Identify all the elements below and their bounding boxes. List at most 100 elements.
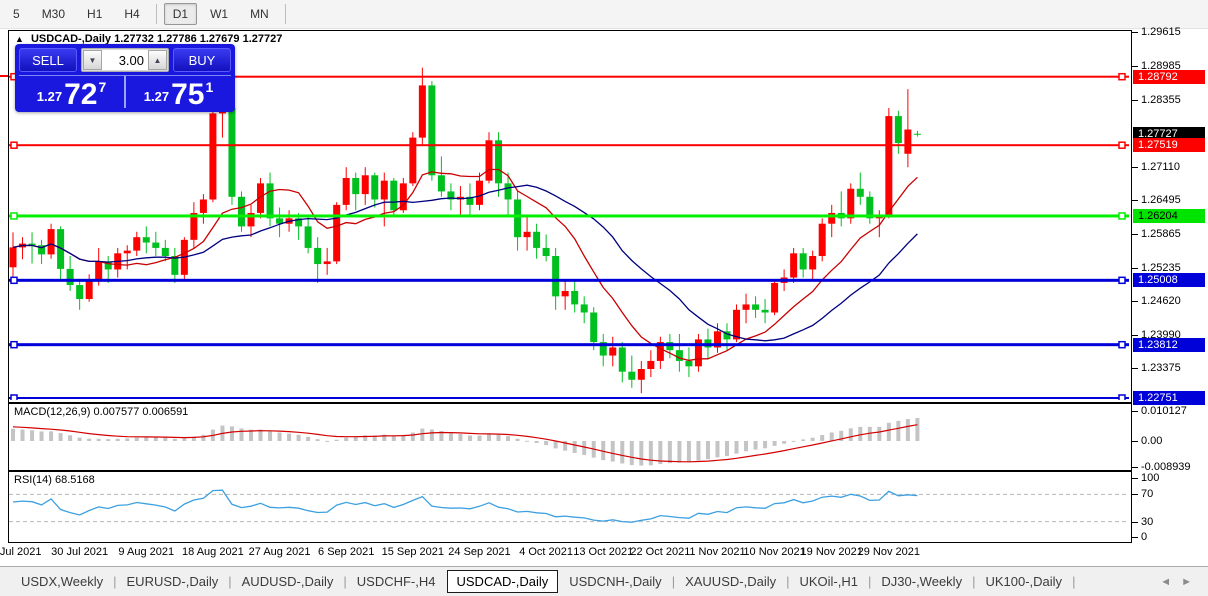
sell-price-prefix: 1.27 [36, 89, 63, 104]
volume-decrease-button[interactable]: ▼ [83, 50, 102, 70]
rsi-axis-tick-label: 70 [1141, 488, 1154, 501]
rsi-axis-tick-mark [1132, 521, 1138, 523]
buy-price-display[interactable]: 1.27 75 1 [124, 75, 231, 111]
price-axis-tick-label: 1.23375 [1141, 362, 1181, 375]
tab-separator: | [786, 574, 790, 589]
tab-separator: | [343, 574, 347, 589]
tab-separator: | [1072, 574, 1076, 589]
time-axis-label: 9 Aug 2021 [118, 546, 175, 558]
sell-price-pips: 72 [64, 78, 98, 111]
toolbar-separator [284, 4, 286, 24]
price-axis-tick-mark [1132, 234, 1138, 236]
price-axis-tick-mark [1132, 268, 1138, 270]
rsi-axis-tick-mark [1132, 494, 1138, 496]
price-axis-tick-label: 1.28355 [1141, 94, 1181, 107]
macd-label: MACD(12,26,9) 0.007577 0.006591 [14, 406, 189, 418]
collapse-arrow-icon[interactable]: ▲ [15, 34, 24, 44]
one-click-trade-widget: SELL ▼ 3.00 ▲ BUY 1.27 72 7 1.27 75 1 [15, 44, 235, 112]
buy-button[interactable]: BUY [173, 48, 231, 72]
trading-terminal-window: 5 M30 H1 H4 D1 W1 MN ▲ USDCAD-,Daily 1.27732 1… [0, 0, 1208, 596]
time-axis-label: 24 Sep 2021 [448, 546, 511, 558]
price-axis-tick-label: 1.26495 [1141, 194, 1181, 207]
rsi-panel[interactable]: RSI(14) 68.5168 [8, 471, 1132, 543]
time-axis-label: 15 Sep 2021 [381, 546, 445, 558]
main-price-chart[interactable]: ▲ USDCAD-,Daily 1.27732 1.27786 1.27679 … [8, 30, 1132, 403]
time-axis-label: 13 Oct 2021 [573, 546, 634, 558]
time-axis-label: 30 Jul 2021 [51, 546, 109, 558]
chart-tab-usdx[interactable]: USDX,Weekly [12, 571, 112, 592]
chart-tab-bar: USDX,Weekly | EURUSD-,Daily | AUDUSD-,Daily |… [0, 566, 1208, 596]
timeframe-button-h4[interactable]: H4 [115, 3, 148, 25]
chart-tab-usdcad[interactable]: USDCAD-,Daily [446, 570, 559, 593]
price-axis-tick-label: 1.29615 [1141, 26, 1181, 39]
macd-axis-tick-label: 0.00 [1141, 435, 1163, 447]
tab-separator: | [972, 574, 976, 589]
macd-panel[interactable]: MACD(12,26,9) 0.007577 0.006591 [8, 403, 1132, 471]
price-axis-tick-mark [1132, 66, 1138, 68]
rsi-value: 68.5168 [54, 474, 95, 486]
chart-tab-xauusd[interactable]: XAUUSD-,Daily [676, 571, 785, 592]
macd-axis-tick-mark [1132, 467, 1138, 469]
price-axis-tick-mark [1132, 335, 1138, 337]
chart-tab-eurusd[interactable]: EURUSD-,Daily [118, 571, 228, 592]
tab-separator: | [671, 574, 676, 589]
price-level-badge: 1.27519 [1133, 138, 1205, 153]
timeframe-button-d1[interactable]: D1 [163, 3, 198, 25]
time-axis-label: 6 Sep 2021 [318, 546, 375, 558]
chart-tab-usdchf[interactable]: USDCHF-,H4 [348, 571, 445, 592]
volume-input[interactable]: 3.00 [102, 50, 148, 70]
price-level-badge: 1.22751 [1133, 391, 1205, 405]
tab-scroll-arrows: ◄ ► [1160, 576, 1192, 588]
price-level-badge: 1.23812 [1133, 337, 1205, 352]
chart-tab-uk100[interactable]: UK100-,Daily [976, 571, 1071, 592]
timeframe-button-mn[interactable]: MN [241, 3, 278, 25]
timeframe-toolbar: 5 M30 H1 H4 D1 W1 MN [0, 0, 1208, 29]
buy-price-pips: 75 [171, 78, 205, 111]
timeframe-button-h1[interactable]: H1 [78, 3, 111, 25]
price-axis-tick-mark [1132, 167, 1138, 169]
time-axis-label: 10 Nov 2021 [743, 546, 806, 558]
time-axis-label: 18 Aug 2021 [182, 546, 244, 558]
volume-increase-button[interactable]: ▲ [148, 50, 167, 70]
chart-tab-audusd[interactable]: AUDUSD-,Daily [233, 571, 343, 592]
rsi-axis-tick-mark [1132, 478, 1138, 479]
rsi-axis-tick-label: 30 [1141, 515, 1154, 528]
timeframe-button-m30[interactable]: M30 [33, 3, 74, 25]
sell-button[interactable]: SELL [19, 48, 77, 72]
tab-separator: | [113, 574, 117, 589]
tab-separator: | [228, 574, 232, 589]
rsi-label: RSI(14) 68.5168 [14, 474, 95, 486]
time-axis-label: 4 Oct 2021 [519, 546, 574, 558]
price-axis-tick-mark [1132, 200, 1138, 202]
time-axis-label: 27 Aug 2021 [248, 546, 311, 558]
chart-tab-dj30[interactable]: DJ30-,Weekly [872, 571, 971, 592]
price-axis-tick-label: 1.25865 [1141, 228, 1181, 241]
time-axis-label: 19 Nov 2021 [800, 546, 863, 558]
tab-scroll-left-icon[interactable]: ◄ [1160, 576, 1171, 588]
buy-price-point: 1 [205, 79, 214, 95]
price-level-badge: 1.26204 [1133, 208, 1205, 223]
price-axis-tick-label: 1.24620 [1141, 295, 1181, 308]
macd-axis-tick-mark [1132, 441, 1138, 442]
sell-price-display[interactable]: 1.27 72 7 [19, 75, 124, 111]
rsi-axis-tick-label: 0 [1141, 531, 1148, 543]
time-axis-label: 21 Jul 2021 [0, 546, 42, 558]
tab-scroll-right-icon[interactable]: ► [1181, 576, 1192, 588]
chart-tab-ukoil[interactable]: UKOil-,H1 [790, 571, 867, 592]
rsi-plot [9, 489, 1129, 523]
timeframe-button-5[interactable]: 5 [4, 3, 29, 25]
price-axis-tick-mark [1132, 100, 1138, 102]
time-axis-label: 29 Nov 2021 [857, 546, 921, 558]
level-line-left-marker [0, 74, 8, 77]
toolbar-separator [155, 4, 157, 24]
timeframe-button-w1[interactable]: W1 [201, 3, 237, 25]
sell-price-point: 7 [98, 79, 107, 95]
price-axis-tick-label: 1.25235 [1141, 262, 1181, 275]
macd-axis-tick-label: 0.010127 [1141, 405, 1187, 418]
price-axis-tick-mark [1132, 368, 1138, 370]
chart-tab-usdcnh[interactable]: USDCNH-,Daily [560, 571, 670, 592]
price-level-badge: 1.28792 [1133, 69, 1205, 84]
price-axis-tick-label: 1.27110 [1141, 161, 1180, 174]
time-axis-label: 1 Nov 2021 [689, 546, 746, 558]
tab-separator: | [868, 574, 872, 589]
